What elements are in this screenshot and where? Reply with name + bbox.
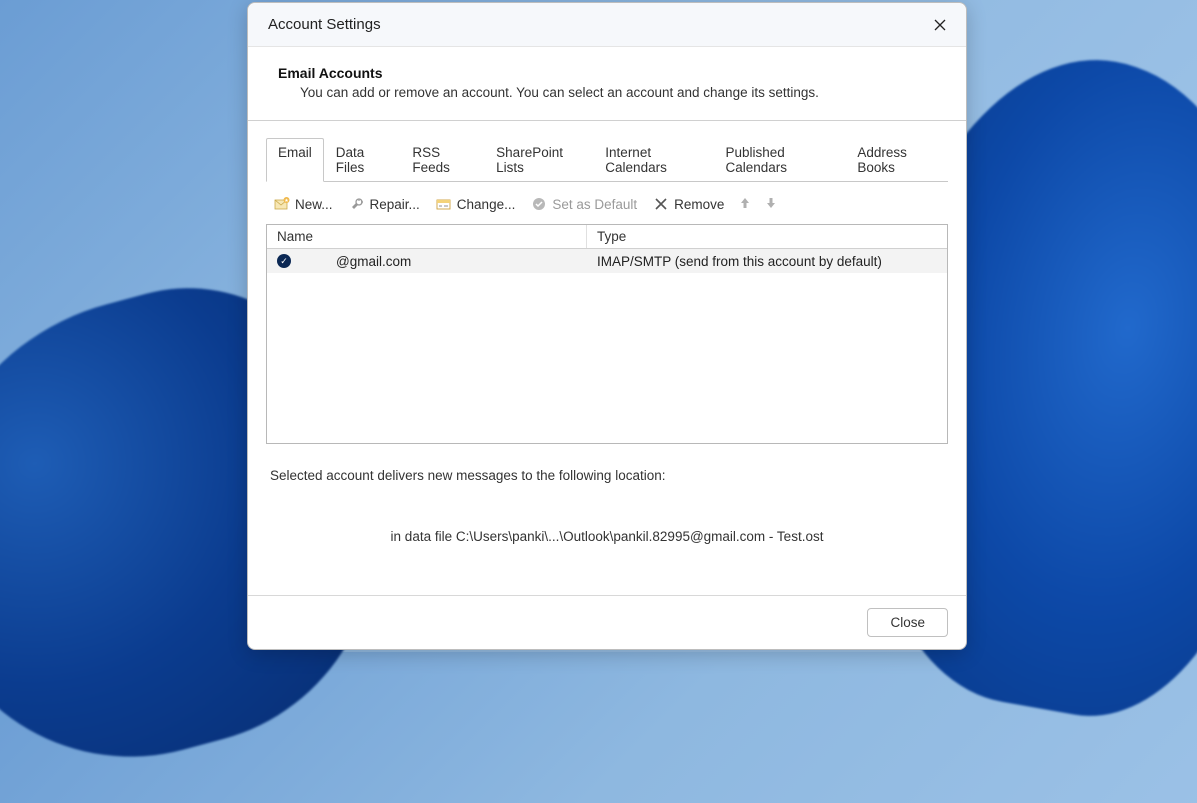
close-button[interactable]: Close (867, 608, 948, 637)
tab-internet-calendars[interactable]: Internet Calendars (593, 138, 713, 182)
move-down-button (764, 197, 778, 212)
column-type[interactable]: Type (587, 225, 947, 248)
toolbar: ★ New... Repair... Change... S (266, 182, 948, 224)
tab-published-calendars[interactable]: Published Calendars (713, 138, 845, 182)
tab-data-files[interactable]: Data Files (324, 138, 401, 182)
tabs: Email Data Files RSS Feeds SharePoint Li… (266, 137, 948, 182)
accounts-list: Name Type ✓ @gmail.com IMAP/SMTP (send f… (266, 224, 948, 444)
set-default-label: Set as Default (552, 197, 637, 212)
change-button[interactable]: Change... (434, 194, 518, 214)
repair-icon (349, 196, 365, 212)
dialog-footer: Close (248, 595, 966, 649)
close-icon (934, 19, 946, 31)
delivery-path: in data file C:\Users\panki\...\Outlook\… (266, 529, 948, 544)
repair-label: Repair... (370, 197, 420, 212)
delivery-message: Selected account delivers new messages t… (266, 468, 948, 483)
check-circle-icon (531, 196, 547, 212)
new-label: New... (295, 197, 333, 212)
list-header: Name Type (267, 225, 947, 249)
account-name-cell: ✓ @gmail.com (267, 252, 587, 271)
arrow-up-icon (740, 197, 750, 209)
dialog-header: Email Accounts You can add or remove an … (248, 47, 966, 121)
window-close-button[interactable] (924, 9, 956, 41)
account-type-cell: IMAP/SMTP (send from this account by def… (587, 252, 892, 271)
account-row[interactable]: ✓ @gmail.com IMAP/SMTP (send from this a… (267, 249, 947, 273)
titlebar: Account Settings (248, 3, 966, 47)
new-icon: ★ (274, 196, 290, 212)
tab-email[interactable]: Email (266, 138, 324, 182)
change-icon (436, 196, 452, 212)
remove-label: Remove (674, 197, 724, 212)
remove-button[interactable]: Remove (651, 194, 726, 214)
account-name: @gmail.com (336, 254, 411, 269)
move-up-button (738, 197, 752, 212)
change-label: Change... (457, 197, 516, 212)
tab-rss-feeds[interactable]: RSS Feeds (400, 138, 484, 182)
tab-sharepoint-lists[interactable]: SharePoint Lists (484, 138, 593, 182)
tab-address-books[interactable]: Address Books (845, 138, 948, 182)
repair-button[interactable]: Repair... (347, 194, 422, 214)
header-subtitle: You can add or remove an account. You ca… (278, 85, 936, 100)
account-settings-dialog: Account Settings Email Accounts You can … (247, 2, 967, 650)
column-name[interactable]: Name (267, 225, 587, 248)
remove-icon (653, 196, 669, 212)
header-title: Email Accounts (278, 65, 936, 81)
arrow-down-icon (766, 197, 776, 209)
dialog-content: Email Data Files RSS Feeds SharePoint Li… (248, 121, 966, 595)
set-default-button: Set as Default (529, 194, 639, 214)
new-button[interactable]: ★ New... (272, 194, 335, 214)
window-title: Account Settings (268, 16, 924, 33)
default-check-icon: ✓ (277, 254, 291, 268)
svg-text:★: ★ (284, 198, 289, 204)
